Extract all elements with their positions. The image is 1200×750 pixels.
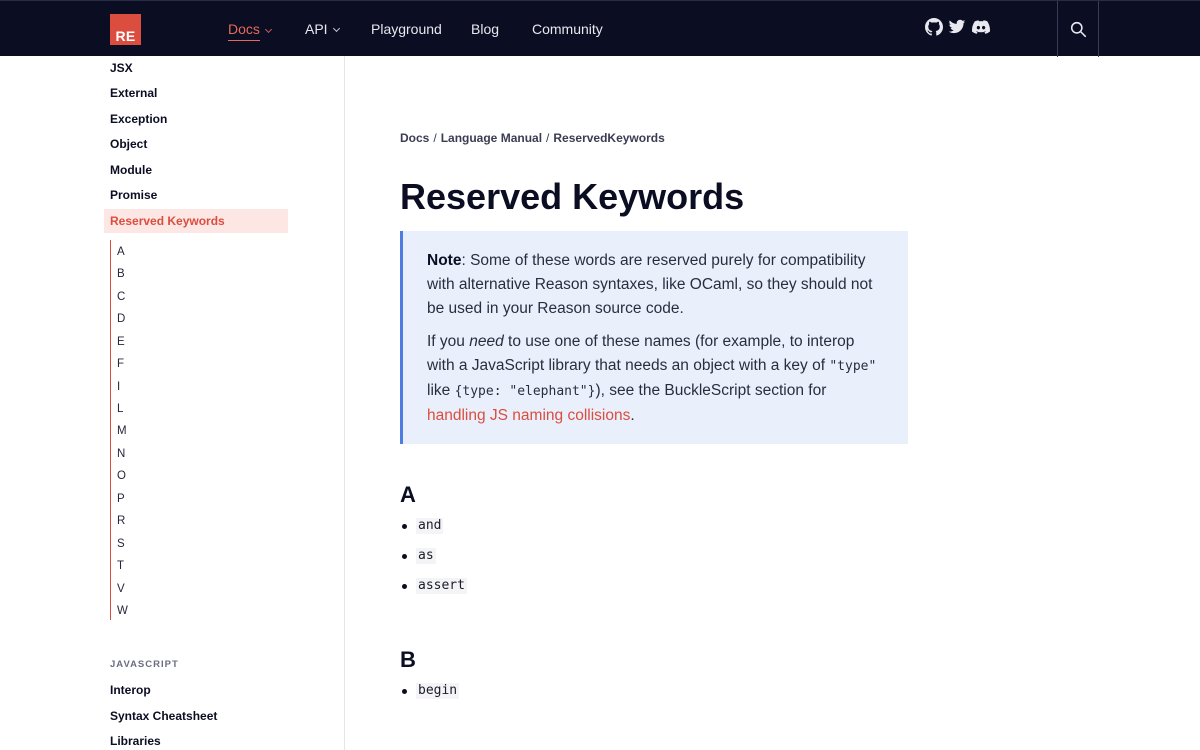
link-handling-js-naming-collisions[interactable]: handling JS naming collisions <box>427 407 630 424</box>
keyword-as: as <box>416 548 436 564</box>
toc-item-e[interactable]: E <box>117 336 125 349</box>
toc-item-w[interactable]: W <box>117 605 128 618</box>
toc-item-s[interactable]: S <box>117 538 125 551</box>
breadcrumb-language-manual[interactable]: Language Manual <box>441 131 542 145</box>
github-icon[interactable] <box>925 18 943 36</box>
bullet <box>402 688 407 694</box>
note-paragraph-1: Note: Some of these words are reserved p… <box>427 249 884 321</box>
note-text-1: : Some of these words are reserved purel… <box>427 252 873 317</box>
sidebar-item-interop[interactable]: Interop <box>110 683 151 697</box>
sidebar-item-libraries[interactable]: Libraries <box>110 734 161 748</box>
bullet <box>402 553 407 559</box>
note-paragraph-2: If you need to use one of these names (f… <box>427 330 884 428</box>
keyword-list-item: begin <box>402 683 460 699</box>
breadcrumb-current[interactable]: ReservedKeywords <box>553 131 664 145</box>
sidebar-item-reserved-keywords[interactable]: Reserved Keywords <box>104 209 288 233</box>
breadcrumb-docs[interactable]: Docs <box>400 131 429 145</box>
note-emphasis: need <box>469 333 504 350</box>
keyword-assert: assert <box>416 578 467 594</box>
docs-sidebar: JSX External Exception Object Module Pro… <box>0 56 345 750</box>
keyword-list-item: as <box>402 548 436 564</box>
inline-code-elephant: {type: "elephant"} <box>454 384 596 399</box>
sidebar-item-object[interactable]: Object <box>110 137 147 151</box>
note-text-2d: ), see the BuckleScript section for <box>595 382 827 399</box>
sidebar-item-jsx[interactable]: JSX <box>110 61 133 75</box>
keyword-list-item: and <box>402 518 444 534</box>
top-navbar: RE Docs API Playground Blog Community <box>0 0 1200 57</box>
toc-item-o[interactable]: O <box>117 470 126 483</box>
breadcrumb-separator: / <box>433 131 437 145</box>
keyword-and: and <box>416 518 444 534</box>
nav-playground[interactable]: Playground <box>371 21 442 38</box>
toc-item-i[interactable]: I <box>117 381 120 394</box>
note-callout: Note: Some of these words are reserved p… <box>400 231 908 444</box>
nav-api[interactable]: API <box>305 21 340 38</box>
nav-blog-label: Blog <box>471 21 500 37</box>
inline-code-type: "type" <box>829 359 877 374</box>
note-text-2a: If you <box>427 333 470 350</box>
nav-community-label: Community <box>532 21 603 37</box>
toc-item-m[interactable]: M <box>117 425 127 438</box>
toc-item-n[interactable]: N <box>117 448 125 461</box>
toc-item-a[interactable]: A <box>117 246 125 259</box>
chevron-down-icon <box>264 25 272 34</box>
toc-rail <box>110 240 111 620</box>
toc-item-l[interactable]: L <box>117 403 123 416</box>
nav-community[interactable]: Community <box>532 21 603 38</box>
note-label: Note <box>427 252 462 269</box>
breadcrumb: Docs / Language Manual / ReservedKeywords <box>400 131 665 146</box>
toc-item-c[interactable]: C <box>117 291 125 304</box>
toc-item-b[interactable]: B <box>117 268 125 281</box>
section-heading-b: B <box>400 647 416 672</box>
sidebar-item-syntax-cheatsheet[interactable]: Syntax Cheatsheet <box>110 709 217 723</box>
note-text-2e: . <box>630 407 635 424</box>
chevron-down-icon <box>332 24 340 32</box>
search-icon <box>1070 21 1086 37</box>
note-text-2c: like <box>427 382 455 399</box>
section-heading-a: A <box>400 482 416 507</box>
bullet <box>402 523 407 529</box>
bullet <box>402 583 407 589</box>
sidebar-item-module[interactable]: Module <box>110 163 152 177</box>
keyword-list-item: assert <box>402 578 467 594</box>
toc-item-v[interactable]: V <box>117 583 125 596</box>
nav-docs-label: Docs <box>228 21 260 41</box>
nav-api-label: API <box>305 21 328 37</box>
toc-item-p[interactable]: P <box>117 493 125 506</box>
logo-text: RE <box>115 28 136 44</box>
sidebar-item-external[interactable]: External <box>110 86 157 100</box>
nav-blog[interactable]: Blog <box>471 21 499 38</box>
toc-item-f[interactable]: F <box>117 358 124 371</box>
reason-logo[interactable]: RE <box>110 14 141 45</box>
sidebar-section-javascript: JAVASCRIPT <box>110 659 179 670</box>
page-title: Reserved Keywords <box>400 176 745 217</box>
breadcrumb-separator: / <box>546 131 550 145</box>
discord-icon[interactable] <box>972 18 990 36</box>
sidebar-item-promise[interactable]: Promise <box>110 188 157 202</box>
nav-docs[interactable]: Docs <box>228 21 272 41</box>
search-button[interactable] <box>1057 1 1099 57</box>
twitter-icon[interactable] <box>948 18 966 36</box>
nav-playground-label: Playground <box>371 21 442 37</box>
toc-item-t[interactable]: T <box>117 560 124 573</box>
toc-item-d[interactable]: D <box>117 313 125 326</box>
sidebar-item-exception[interactable]: Exception <box>110 112 167 126</box>
toc-item-r[interactable]: R <box>117 515 125 528</box>
keyword-begin: begin <box>416 683 460 699</box>
